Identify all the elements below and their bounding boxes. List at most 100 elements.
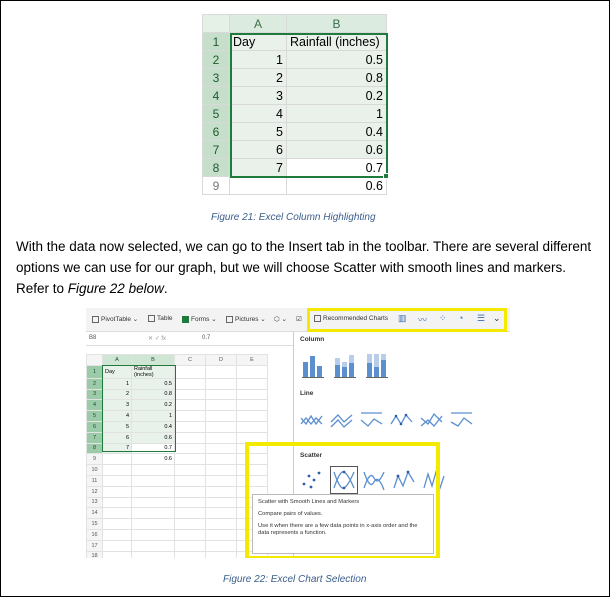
row-header[interactable]: 7 <box>86 431 103 444</box>
column-header-a[interactable]: A <box>229 14 287 33</box>
cell[interactable] <box>205 485 237 498</box>
chevron-down-icon[interactable]: ⌄ <box>493 313 501 324</box>
cell[interactable] <box>205 431 237 444</box>
cell[interactable]: Rainfall (inches) <box>286 32 387 51</box>
line-chart-option-icon[interactable] <box>300 410 324 430</box>
active-cell[interactable]: 0.7 <box>286 158 387 177</box>
stacked-line-markers-icon[interactable] <box>420 410 444 430</box>
cell[interactable] <box>236 364 268 379</box>
row-header[interactable]: 6 <box>202 122 230 141</box>
row-header[interactable]: 2 <box>202 50 230 69</box>
cell[interactable] <box>205 528 237 541</box>
stacked-column-icon[interactable] <box>334 352 356 378</box>
cell[interactable] <box>205 507 237 520</box>
line-markers-icon[interactable] <box>390 410 414 430</box>
cell[interactable] <box>205 377 237 390</box>
percent-column-icon[interactable] <box>366 352 388 378</box>
cell[interactable] <box>131 485 175 498</box>
cell[interactable] <box>102 518 132 530</box>
cell[interactable] <box>102 474 132 487</box>
row-header[interactable]: 10 <box>86 464 103 476</box>
column-chart-icon[interactable]: ▥ <box>398 313 407 324</box>
cell[interactable] <box>174 528 206 541</box>
clustered-column-icon[interactable] <box>302 352 324 378</box>
row-header[interactable]: 16 <box>86 528 103 541</box>
cell[interactable]: 4 <box>229 104 287 123</box>
cell[interactable]: 0.5 <box>286 50 387 69</box>
cell[interactable] <box>205 464 237 476</box>
cell[interactable] <box>174 377 206 390</box>
cell[interactable] <box>131 464 175 476</box>
cell[interactable] <box>236 420 268 433</box>
row-header[interactable]: 4 <box>86 399 103 412</box>
cell[interactable] <box>205 442 237 455</box>
row-header[interactable]: 14 <box>86 507 103 520</box>
cell[interactable]: 1 <box>286 104 387 123</box>
cell[interactable] <box>205 364 237 379</box>
column-header[interactable]: E <box>236 354 268 366</box>
row-header[interactable]: 5 <box>86 410 103 422</box>
cell[interactable]: 3 <box>229 86 287 105</box>
column-header[interactable]: B <box>131 354 175 366</box>
cell[interactable]: 0.8 <box>286 68 387 87</box>
row-header[interactable]: 13 <box>86 496 103 509</box>
scatter-chart-icon[interactable]: ⁘ <box>439 313 447 324</box>
cell[interactable] <box>205 496 237 509</box>
row-header[interactable]: 18 <box>86 550 103 558</box>
cell[interactable]: 0.2 <box>286 86 387 105</box>
cell[interactable] <box>174 420 206 433</box>
cell[interactable] <box>174 464 206 476</box>
row-header[interactable]: 8 <box>202 158 230 177</box>
cell[interactable] <box>174 485 206 498</box>
cell[interactable]: 0.6 <box>131 453 175 466</box>
cell[interactable]: Day <box>229 32 287 51</box>
row-header[interactable]: 4 <box>202 86 230 105</box>
cell[interactable]: 7 <box>229 158 287 177</box>
cell[interactable]: 5 <box>229 122 287 141</box>
pictures-button[interactable]: Pictures ⌄ <box>226 315 266 323</box>
cell[interactable] <box>236 399 268 412</box>
cell[interactable]: 6 <box>229 140 287 159</box>
cell[interactable] <box>205 399 237 412</box>
cell[interactable] <box>174 550 206 558</box>
row-header[interactable]: 2 <box>86 377 103 390</box>
cell[interactable] <box>102 528 132 541</box>
row-header[interactable]: 6 <box>86 420 103 433</box>
cell[interactable] <box>131 539 175 552</box>
cell[interactable] <box>131 496 175 509</box>
row-header[interactable]: 5 <box>202 104 230 123</box>
row-header[interactable]: 9 <box>86 453 103 466</box>
cell[interactable] <box>174 507 206 520</box>
formula-input[interactable]: 0.7 <box>202 335 210 341</box>
row-header[interactable]: 3 <box>86 388 103 401</box>
cell[interactable] <box>174 364 206 379</box>
cell[interactable]: 0.4 <box>286 122 387 141</box>
row-header[interactable]: 12 <box>86 485 103 498</box>
pivottable-button[interactable]: PivotTable ⌄ <box>92 315 138 323</box>
cell[interactable] <box>102 485 132 498</box>
corner-cell[interactable] <box>86 354 103 366</box>
cell[interactable] <box>205 453 237 466</box>
row-header[interactable]: 1 <box>202 32 230 51</box>
cell[interactable] <box>102 550 132 558</box>
cell[interactable] <box>131 550 175 558</box>
stacked-line-icon[interactable] <box>330 410 354 430</box>
cell[interactable] <box>205 550 237 558</box>
row-header[interactable]: 3 <box>202 68 230 87</box>
column-header-b[interactable]: B <box>286 14 387 33</box>
row-header[interactable]: 11 <box>86 474 103 487</box>
cell[interactable] <box>174 474 206 487</box>
cell[interactable] <box>174 518 206 530</box>
corner-cell[interactable] <box>202 14 230 33</box>
cell[interactable] <box>131 528 175 541</box>
cell[interactable] <box>205 388 237 401</box>
cell[interactable]: 1 <box>229 50 287 69</box>
shapes-button[interactable]: ⬡ ⌄ <box>274 315 287 323</box>
line-chart-icon[interactable]: 〰 <box>418 313 427 326</box>
cell[interactable] <box>102 464 132 476</box>
cell[interactable]: 0.6 <box>286 140 387 159</box>
column-header[interactable]: C <box>174 354 206 366</box>
row-header[interactable]: 17 <box>86 539 103 552</box>
cell[interactable] <box>102 496 132 509</box>
cell[interactable] <box>131 518 175 530</box>
